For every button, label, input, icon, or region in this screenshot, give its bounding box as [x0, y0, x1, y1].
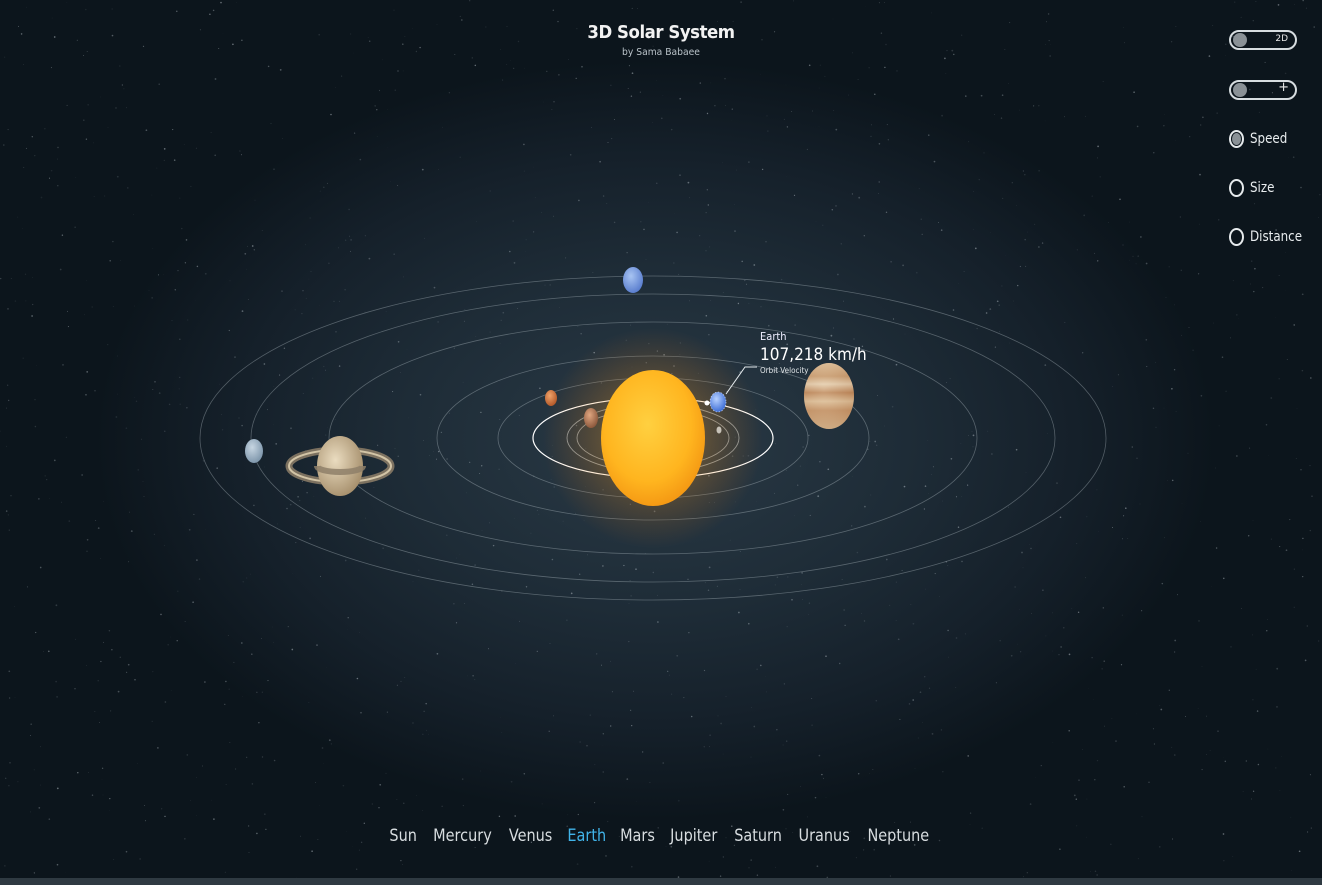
solar-system-viewport[interactable]: 3D Solar System by Sama Babaee 2D + Spee… — [0, 0, 1322, 885]
option-label: Size — [1250, 180, 1275, 196]
bottom-scrollbar[interactable] — [0, 878, 1322, 885]
plus-icon: + — [1278, 80, 1289, 95]
zoom-toggle[interactable]: + — [1229, 80, 1297, 100]
app-author: by Sama Babaee — [622, 47, 700, 58]
nav-item-neptune[interactable]: Neptune — [868, 826, 930, 846]
option-speed[interactable]: Speed — [1229, 128, 1294, 150]
nav-item-earth[interactable]: Earth — [567, 826, 606, 846]
option-label: Distance — [1250, 229, 1303, 245]
planet-tooltip: Earth 107,218 km/h Orbit Velocity — [760, 330, 879, 375]
option-size[interactable]: Size — [1229, 177, 1279, 199]
radio-checked-icon — [1229, 130, 1244, 148]
planet-mercury[interactable] — [716, 426, 722, 434]
nav-item-sun[interactable]: Sun — [390, 826, 417, 846]
sun[interactable] — [601, 370, 705, 506]
orbit-scene[interactable] — [0, 0, 1322, 885]
option-distance[interactable]: Distance — [1229, 226, 1311, 248]
radio-unchecked-icon — [1229, 179, 1244, 197]
planet-uranus[interactable] — [245, 439, 263, 463]
planet-earth[interactable] — [709, 391, 727, 413]
earth-moon — [704, 400, 710, 406]
tooltip-planet-name: Earth — [760, 330, 787, 343]
planet-saturn[interactable] — [285, 436, 395, 496]
view-mode-toggle[interactable]: 2D — [1229, 30, 1297, 50]
radio-unchecked-icon — [1229, 228, 1244, 246]
view-mode-label: 2D — [1275, 34, 1288, 44]
header: 3D Solar System by Sama Babaee — [0, 22, 1322, 58]
app-title: 3D Solar System — [587, 22, 735, 43]
nav-item-mercury[interactable]: Mercury — [433, 826, 492, 846]
nav-item-saturn[interactable]: Saturn — [734, 826, 782, 846]
planet-mars-far — [545, 390, 557, 406]
nav-item-uranus[interactable]: Uranus — [798, 826, 849, 846]
nav-item-venus[interactable]: Venus — [508, 826, 552, 846]
toggle-knob — [1233, 33, 1247, 47]
planet-nav: Sun Mercury Venus Earth Mars Jupiter Sat… — [0, 826, 1322, 846]
nav-item-jupiter[interactable]: Jupiter — [670, 826, 717, 846]
tooltip-value: 107,218 km/h — [760, 345, 867, 365]
planet-neptune[interactable] — [623, 267, 643, 293]
toggle-knob — [1233, 83, 1247, 97]
planet-venus[interactable] — [584, 408, 598, 428]
option-label: Speed — [1250, 131, 1288, 147]
tooltip-caption: Orbit Velocity — [760, 366, 809, 375]
nav-item-mars[interactable]: Mars — [620, 826, 655, 846]
